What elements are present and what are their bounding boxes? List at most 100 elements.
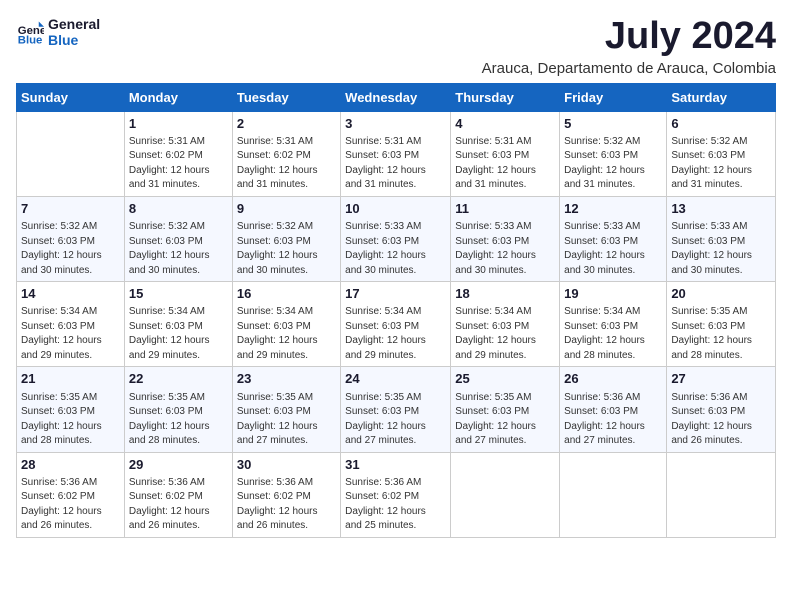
col-header-tuesday: Tuesday	[232, 83, 340, 111]
day-number: 1	[129, 115, 228, 133]
day-number: 28	[21, 456, 120, 474]
day-number: 10	[345, 200, 446, 218]
day-info: Sunrise: 5:31 AM Sunset: 6:03 PM Dayligh…	[455, 135, 555, 193]
day-number: 7	[21, 200, 120, 218]
col-header-wednesday: Wednesday	[341, 83, 451, 111]
day-number: 19	[564, 285, 662, 303]
title-section: July 2024 Arauca, Departamento de Arauca…	[482, 16, 776, 77]
calendar-cell	[17, 111, 125, 196]
calendar-week-row: 28 Sunrise: 5:36 AM Sunset: 6:02 PM Dayli…	[17, 452, 776, 537]
day-info: Sunrise: 5:34 AM Sunset: 6:03 PM Dayligh…	[564, 305, 662, 363]
day-info: Sunrise: 5:35 AM Sunset: 6:03 PM Dayligh…	[455, 391, 555, 449]
calendar-cell: 4 Sunrise: 5:31 AM Sunset: 6:03 PM Daylig…	[451, 111, 560, 196]
day-number: 8	[129, 200, 228, 218]
day-info: Sunrise: 5:36 AM Sunset: 6:02 PM Dayligh…	[21, 476, 120, 534]
day-number: 12	[564, 200, 662, 218]
calendar-cell: 22Sunrise: 5:35 AM Sunset: 6:03 PM Dayli…	[124, 367, 232, 452]
day-info: Sunrise: 5:36 AM Sunset: 6:02 PM Dayligh…	[345, 476, 446, 534]
day-info: Sunrise: 5:34 AM Sunset: 6:03 PM Dayligh…	[21, 305, 120, 363]
day-info: Sunrise: 5:35 AM Sunset: 6:03 PM Dayligh…	[237, 391, 336, 449]
logo: General Blue General Blue	[16, 16, 100, 48]
col-header-friday: Friday	[560, 83, 667, 111]
day-number: 30	[237, 456, 336, 474]
day-info: Sunrise: 5:33 AM Sunset: 6:03 PM Dayligh…	[671, 220, 771, 278]
day-number: 31	[345, 456, 446, 474]
day-number: 20	[671, 285, 771, 303]
calendar-cell: 1 Sunrise: 5:31 AM Sunset: 6:02 PM Daylig…	[124, 111, 232, 196]
day-info: Sunrise: 5:31 AM Sunset: 6:02 PM Dayligh…	[237, 135, 336, 193]
calendar-cell: 24Sunrise: 5:35 AM Sunset: 6:03 PM Dayli…	[341, 367, 451, 452]
calendar-header-row: SundayMondayTuesdayWednesdayThursdayFrid…	[17, 83, 776, 111]
day-info: Sunrise: 5:34 AM Sunset: 6:03 PM Dayligh…	[129, 305, 228, 363]
day-info: Sunrise: 5:35 AM Sunset: 6:03 PM Dayligh…	[21, 391, 120, 449]
calendar-cell: 8Sunrise: 5:32 AM Sunset: 6:03 PM Daylig…	[124, 196, 232, 281]
month-year-title: July 2024	[482, 16, 776, 58]
col-header-monday: Monday	[124, 83, 232, 111]
calendar-cell: 18 Sunrise: 5:34 AM Sunset: 6:03 PM Dayli…	[451, 282, 560, 367]
day-info: Sunrise: 5:33 AM Sunset: 6:03 PM Dayligh…	[345, 220, 446, 278]
day-number: 26	[564, 370, 662, 388]
day-info: Sunrise: 5:34 AM Sunset: 6:03 PM Dayligh…	[455, 305, 555, 363]
calendar-cell: 10 Sunrise: 5:33 AM Sunset: 6:03 PM Dayli…	[341, 196, 451, 281]
day-info: Sunrise: 5:36 AM Sunset: 6:03 PM Dayligh…	[564, 391, 662, 449]
day-info: Sunrise: 5:32 AM Sunset: 6:03 PM Dayligh…	[237, 220, 336, 278]
calendar-cell: 9 Sunrise: 5:32 AM Sunset: 6:03 PM Daylig…	[232, 196, 340, 281]
calendar-cell: 29Sunrise: 5:36 AM Sunset: 6:02 PM Dayli…	[124, 452, 232, 537]
calendar-cell	[451, 452, 560, 537]
calendar-week-row: 7 Sunrise: 5:32 AM Sunset: 6:03 PM Daylig…	[17, 196, 776, 281]
day-number: 6	[671, 115, 771, 133]
calendar-cell: 28 Sunrise: 5:36 AM Sunset: 6:02 PM Dayli…	[17, 452, 125, 537]
calendar-cell: 14 Sunrise: 5:34 AM Sunset: 6:03 PM Dayli…	[17, 282, 125, 367]
calendar-cell: 23 Sunrise: 5:35 AM Sunset: 6:03 PM Dayli…	[232, 367, 340, 452]
day-number: 17	[345, 285, 446, 303]
col-header-sunday: Sunday	[17, 83, 125, 111]
calendar-cell: 11Sunrise: 5:33 AM Sunset: 6:03 PM Dayli…	[451, 196, 560, 281]
location-subtitle: Arauca, Departamento de Arauca, Colombia	[482, 60, 776, 77]
calendar-cell: 19 Sunrise: 5:34 AM Sunset: 6:03 PM Dayli…	[560, 282, 667, 367]
calendar-cell	[667, 452, 776, 537]
calendar-cell: 13 Sunrise: 5:33 AM Sunset: 6:03 PM Dayli…	[667, 196, 776, 281]
day-number: 3	[345, 115, 446, 133]
day-number: 4	[455, 115, 555, 133]
day-info: Sunrise: 5:35 AM Sunset: 6:03 PM Dayligh…	[671, 305, 771, 363]
col-header-thursday: Thursday	[451, 83, 560, 111]
logo-blue: Blue	[48, 32, 100, 48]
calendar-cell: 27 Sunrise: 5:36 AM Sunset: 6:03 PM Dayli…	[667, 367, 776, 452]
day-info: Sunrise: 5:36 AM Sunset: 6:02 PM Dayligh…	[237, 476, 336, 534]
day-number: 14	[21, 285, 120, 303]
logo-general: General	[48, 16, 100, 32]
day-info: Sunrise: 5:32 AM Sunset: 6:03 PM Dayligh…	[671, 135, 771, 193]
day-info: Sunrise: 5:36 AM Sunset: 6:02 PM Dayligh…	[129, 476, 228, 534]
col-header-saturday: Saturday	[667, 83, 776, 111]
calendar-week-row: 14 Sunrise: 5:34 AM Sunset: 6:03 PM Dayli…	[17, 282, 776, 367]
calendar-cell: 6 Sunrise: 5:32 AM Sunset: 6:03 PM Daylig…	[667, 111, 776, 196]
day-number: 25	[455, 370, 555, 388]
day-number: 11	[455, 200, 555, 218]
calendar-cell: 26 Sunrise: 5:36 AM Sunset: 6:03 PM Dayli…	[560, 367, 667, 452]
page-header: General Blue General Blue July 2024 Arau…	[16, 16, 776, 77]
calendar-cell: 7 Sunrise: 5:32 AM Sunset: 6:03 PM Daylig…	[17, 196, 125, 281]
day-number: 21	[21, 370, 120, 388]
calendar-cell	[560, 452, 667, 537]
day-info: Sunrise: 5:34 AM Sunset: 6:03 PM Dayligh…	[237, 305, 336, 363]
day-number: 23	[237, 370, 336, 388]
calendar-cell: 3Sunrise: 5:31 AM Sunset: 6:03 PM Daylig…	[341, 111, 451, 196]
day-info: Sunrise: 5:31 AM Sunset: 6:02 PM Dayligh…	[129, 135, 228, 193]
day-info: Sunrise: 5:35 AM Sunset: 6:03 PM Dayligh…	[129, 391, 228, 449]
day-info: Sunrise: 5:33 AM Sunset: 6:03 PM Dayligh…	[564, 220, 662, 278]
day-number: 9	[237, 200, 336, 218]
day-number: 13	[671, 200, 771, 218]
day-number: 27	[671, 370, 771, 388]
calendar-cell: 5Sunrise: 5:32 AM Sunset: 6:03 PM Daylig…	[560, 111, 667, 196]
day-number: 15	[129, 285, 228, 303]
day-number: 2	[237, 115, 336, 133]
calendar-cell: 30 Sunrise: 5:36 AM Sunset: 6:02 PM Dayli…	[232, 452, 340, 537]
calendar-table: SundayMondayTuesdayWednesdayThursdayFrid…	[16, 83, 776, 538]
day-info: Sunrise: 5:36 AM Sunset: 6:03 PM Dayligh…	[671, 391, 771, 449]
calendar-cell: 21 Sunrise: 5:35 AM Sunset: 6:03 PM Dayli…	[17, 367, 125, 452]
calendar-cell: 25 Sunrise: 5:35 AM Sunset: 6:03 PM Dayli…	[451, 367, 560, 452]
day-number: 18	[455, 285, 555, 303]
day-info: Sunrise: 5:35 AM Sunset: 6:03 PM Dayligh…	[345, 391, 446, 449]
day-info: Sunrise: 5:32 AM Sunset: 6:03 PM Dayligh…	[564, 135, 662, 193]
day-info: Sunrise: 5:32 AM Sunset: 6:03 PM Dayligh…	[21, 220, 120, 278]
